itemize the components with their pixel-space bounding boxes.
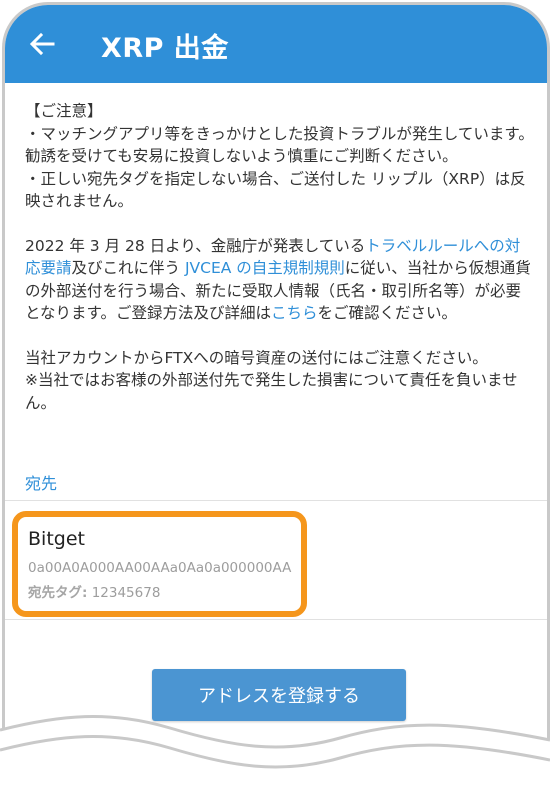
ftx-notice: 当社アカウントからFTXへの暗号資産の送付にはご注意ください。 ※当社ではお客様… — [25, 347, 535, 415]
ftx-warning: 当社アカウントからFTXへの暗号資産の送付にはご注意ください。 — [25, 348, 488, 367]
notice-bullet-scam: ・マッチングアプリ等をきっかけとした投資トラブルが発生しています。勧誘を受けても… — [25, 124, 534, 166]
page-title: XRP 出金 — [101, 33, 229, 64]
divider — [5, 500, 547, 501]
destination-item[interactable]: Bitget 0a00A0A000AA00AAa0Aa0a000000AA 宛先… — [12, 511, 307, 617]
destination-tag-value: 12345678 — [91, 585, 161, 601]
arrow-left-icon — [29, 32, 55, 56]
notice-warning: 【ご注意】 ・マッチングアプリ等をきっかけとした投資トラブルが発生しています。勧… — [25, 100, 535, 213]
notice-section: 【ご注意】 ・マッチングアプリ等をきっかけとした投資トラブルが発生しています。勧… — [25, 100, 535, 436]
back-button[interactable] — [27, 29, 57, 59]
details-link[interactable]: こちら — [271, 304, 318, 322]
app-bar: XRP 出金 — [5, 5, 547, 83]
travel-rule-text: をご確認ください。 — [317, 304, 458, 322]
destination-name: Bitget — [28, 528, 85, 550]
destination-tag: 宛先タグ: 12345678 — [28, 581, 160, 601]
disclaimer: ※当社ではお客様の外部送付先で発生した損害について責任を負いません。 — [25, 371, 518, 412]
phone-frame: XRP 出金 【ご注意】 ・マッチングアプリ等をきっかけとした投資トラブルが発生… — [2, 2, 550, 765]
notice-heading: 【ご注意】 — [25, 102, 103, 120]
jvcea-rules-link[interactable]: JVCEA の自主規制規則 — [185, 259, 345, 277]
divider — [5, 619, 547, 620]
phone-screen: XRP 出金 【ご注意】 ・マッチングアプリ等をきっかけとした投資トラブルが発生… — [0, 0, 550, 809]
torn-edge-decoration — [0, 715, 550, 809]
destination-label: 宛先 — [25, 474, 58, 493]
notice-bullet-tag: ・正しい宛先タグを指定しない場合、ご送付した リップル（XRP）は反映されません… — [25, 169, 526, 211]
travel-rule-notice: 2022 年 3 月 28 日より、金融庁が発表しているトラベルルールへの対応要… — [25, 235, 535, 325]
destination-tag-label: 宛先タグ: — [28, 585, 88, 601]
travel-rule-text: 及びこれに伴う — [71, 259, 185, 277]
destination-address: 0a00A0A000AA00AAa0Aa0a000000AA — [28, 560, 292, 576]
travel-rule-text: 2022 年 3 月 28 日より、金融庁が発表している — [25, 236, 366, 255]
